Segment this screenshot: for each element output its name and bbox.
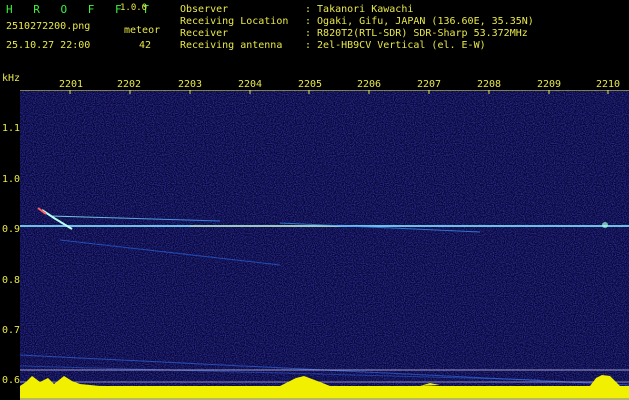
- signal-blob-right: [602, 222, 608, 228]
- y-tick-0-8: 0.8: [2, 275, 21, 286]
- y-tick-0-9: 0.9: [2, 224, 21, 235]
- datetime-label: 25.10.27 22:00: [6, 40, 91, 51]
- info-observer-value: : Takanori Kawachi: [305, 4, 414, 15]
- x-tick-2203: 2203: [178, 79, 203, 90]
- version-label: 1.0.0: [120, 3, 148, 13]
- info-antenna-value: : 2el-HB9CV Vertical (el. E-W): [305, 40, 486, 51]
- y-tick-0-6: 0.6: [2, 375, 21, 386]
- info-observer-key: Observer: [180, 4, 229, 15]
- info-location-key: Receiving Location: [180, 16, 289, 27]
- x-tick-2202: 2202: [117, 79, 142, 90]
- spectrogram: [20, 90, 629, 400]
- y-tick-1-0: 1.0: [2, 174, 21, 185]
- spectrogram-noise: [20, 90, 629, 400]
- info-receiver-value: : R820T2(RTL-SDR) SDR-Sharp 53.372MHz: [305, 28, 528, 39]
- y-axis-unit: kHz: [2, 73, 21, 84]
- x-tick-2205: 2205: [298, 79, 323, 90]
- x-tick-2201: 2201: [59, 79, 84, 90]
- filename-label: 2510272200.png: [6, 21, 91, 32]
- x-tick-2210: 2210: [596, 79, 621, 90]
- info-location-value: : Ogaki, Gifu, JAPAN (136.60E, 35.35N): [305, 16, 534, 27]
- x-tick-2206: 2206: [357, 79, 382, 90]
- x-tick-2207: 2207: [417, 79, 442, 90]
- meteor-count: 42: [139, 40, 152, 51]
- x-tick-2209: 2209: [537, 79, 562, 90]
- y-tick-0-7: 0.7: [2, 325, 21, 336]
- y-tick-1-1: 1.1: [2, 123, 21, 134]
- meteor-label: meteor: [124, 25, 161, 36]
- x-tick-2204: 2204: [238, 79, 263, 90]
- info-antenna-key: Receiving antenna: [180, 40, 283, 51]
- x-tick-2208: 2208: [477, 79, 502, 90]
- info-receiver-key: Receiver: [180, 28, 229, 39]
